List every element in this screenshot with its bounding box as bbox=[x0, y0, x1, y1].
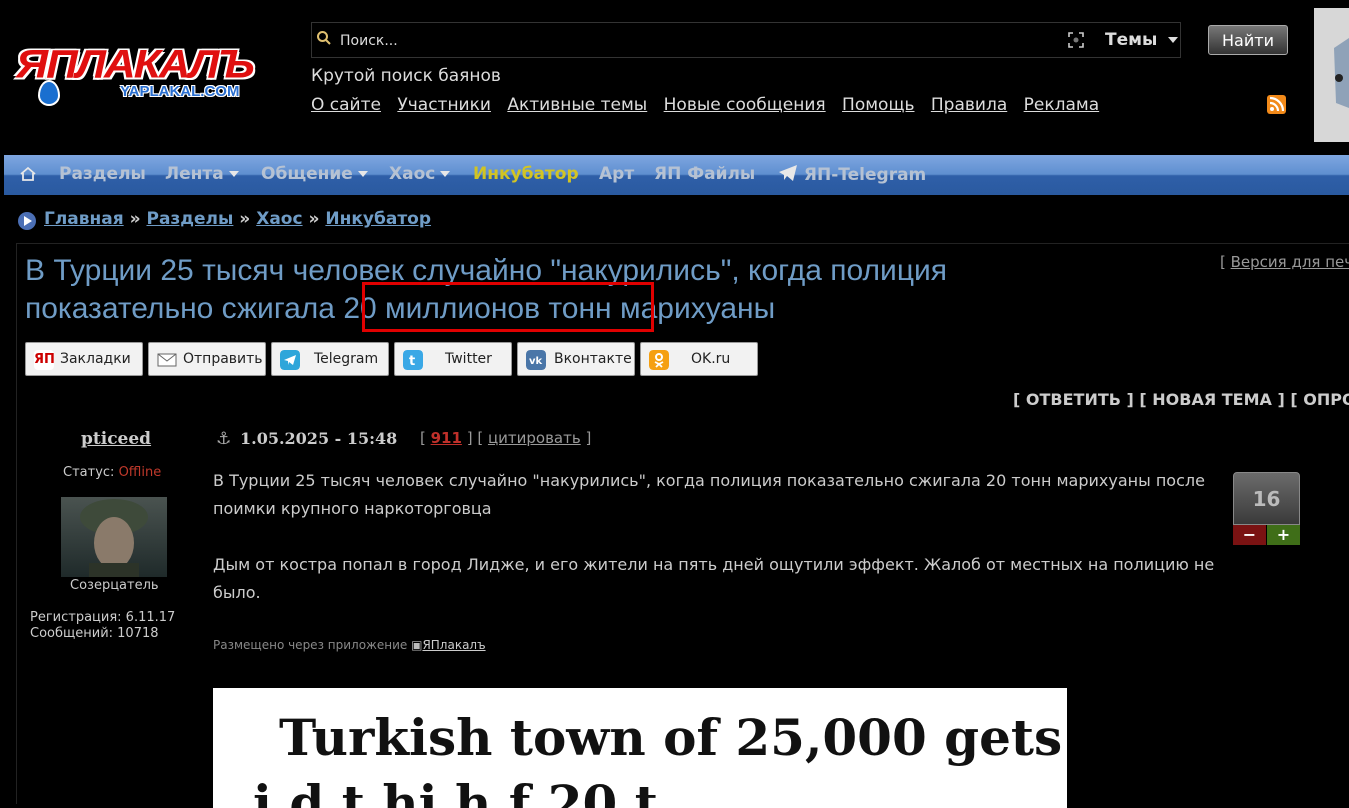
chevron-down-icon bbox=[440, 171, 451, 177]
yap-icon: ЯП bbox=[34, 350, 55, 370]
nav-telegram[interactable]: ЯП-Telegram bbox=[778, 164, 926, 185]
link-new-messages[interactable]: Новые сообщения bbox=[664, 95, 826, 115]
status-label: Статус: bbox=[63, 465, 115, 480]
logo-drop-icon bbox=[38, 80, 60, 106]
nav-chaos-label: Хаос bbox=[389, 164, 436, 184]
breadcrumb-arrow-icon bbox=[18, 212, 36, 230]
post-meta: [ 911 ] [ цитировать ] bbox=[420, 429, 592, 447]
anchor-icon[interactable]: ⚓ bbox=[216, 429, 231, 449]
nav-incubator[interactable]: Инкубатор bbox=[473, 164, 579, 184]
nav-files[interactable]: ЯП Файлы bbox=[654, 164, 755, 184]
share-bookmarks-label: Закладки bbox=[60, 351, 131, 367]
rating-widget: 16 − + bbox=[1233, 472, 1300, 545]
highlight-rectangle bbox=[362, 282, 654, 332]
nav-sections[interactable]: Разделы bbox=[59, 164, 146, 184]
share-send-label: Отправить bbox=[183, 351, 263, 367]
chevron-down-icon bbox=[1168, 37, 1179, 43]
search-icon bbox=[317, 31, 331, 45]
rss-icon[interactable] bbox=[1267, 95, 1286, 114]
svg-text:vk: vk bbox=[529, 356, 543, 367]
author-status: Статус: Offline bbox=[63, 465, 161, 480]
site-logo[interactable]: ЯПЛАКАЛЪ YAPLAKAL.COM bbox=[16, 40, 286, 110]
posted-via: Размещено через приложение ▣ЯПлакалъ bbox=[213, 638, 486, 652]
nav-communication-label: Общение bbox=[261, 164, 353, 184]
telegram-icon bbox=[280, 350, 300, 370]
link-ads[interactable]: Реклама bbox=[1024, 95, 1100, 115]
posted-via-label: Размещено через приложение bbox=[213, 638, 408, 652]
themes-dropdown[interactable]: Темы bbox=[1097, 22, 1181, 58]
share-send-button[interactable]: Отправить bbox=[148, 342, 266, 376]
quote-link[interactable]: цитировать bbox=[488, 429, 581, 447]
breadcrumb-incubator[interactable]: Инкубатор bbox=[325, 209, 431, 229]
breadcrumb: Главная » Разделы » Хаос » Инкубатор bbox=[44, 209, 432, 229]
message-count: Сообщений: 10718 bbox=[30, 626, 159, 641]
home-icon[interactable] bbox=[18, 164, 38, 184]
top-links: О сайте Участники Активные темы Новые со… bbox=[311, 95, 1110, 115]
share-telegram-label: Telegram bbox=[314, 351, 379, 367]
logo-subtext: YAPLAKAL.COM bbox=[120, 83, 240, 100]
nav-art[interactable]: Арт bbox=[599, 164, 634, 184]
ok-icon bbox=[649, 350, 669, 370]
author-stats: Регистрация: 6.11.17 Сообщений: 10718 bbox=[30, 610, 175, 642]
status-value: Offline bbox=[118, 465, 162, 480]
print-version-link[interactable]: Версия для печ bbox=[1231, 253, 1349, 271]
search-input[interactable] bbox=[338, 26, 1062, 56]
themes-label: Темы bbox=[1105, 30, 1158, 50]
share-vk-button[interactable]: vk Вконтакте bbox=[517, 342, 635, 376]
post-date: 1.05.2025 - 15:48 bbox=[240, 429, 398, 448]
author-rank: Созерцатель bbox=[70, 578, 159, 593]
chevron-down-icon bbox=[228, 171, 239, 177]
fullscreen-icon[interactable] bbox=[1066, 30, 1086, 50]
rating-value: 16 bbox=[1233, 472, 1300, 525]
post-paragraph: В Турции 25 тысяч человек случайно "наку… bbox=[213, 471, 1205, 518]
share-vk-label: Вконтакте bbox=[554, 351, 632, 367]
author-name[interactable]: pticeed bbox=[81, 429, 151, 449]
nav-feed[interactable]: Лента bbox=[165, 164, 239, 184]
post-number[interactable]: 911 bbox=[431, 429, 462, 447]
share-telegram-button[interactable]: Telegram bbox=[271, 342, 389, 376]
post-image[interactable]: Turkish town of 25,000 gets i d t hi h f… bbox=[213, 688, 1067, 808]
post-body: В Турции 25 тысяч человек случайно "наку… bbox=[213, 467, 1223, 635]
share-ok-button[interactable]: OK.ru bbox=[640, 342, 758, 376]
breadcrumb-chaos[interactable]: Хаос bbox=[256, 209, 302, 229]
topic-actions[interactable]: [ ОТВЕТИТЬ ] [ НОВАЯ ТЕМА ] [ ОПРО bbox=[1013, 390, 1349, 409]
share-bookmarks-button[interactable]: ЯП Закладки bbox=[25, 342, 143, 376]
nav-telegram-label: ЯП-Telegram bbox=[803, 165, 927, 185]
chevron-down-icon bbox=[357, 171, 368, 177]
share-twitter-label: Twitter bbox=[445, 351, 492, 367]
avatar bbox=[61, 497, 167, 577]
side-banner-image[interactable] bbox=[1314, 8, 1349, 142]
post-paragraph: Дым от костра попал в город Лидже, и его… bbox=[213, 555, 1215, 602]
share-ok-label: OK.ru bbox=[691, 351, 731, 367]
find-button[interactable]: Найти bbox=[1208, 25, 1288, 55]
share-twitter-button[interactable]: t Twitter bbox=[394, 342, 512, 376]
envelope-icon bbox=[157, 353, 177, 367]
vote-down-button[interactable]: − bbox=[1233, 525, 1266, 545]
telegram-icon bbox=[779, 165, 797, 181]
breadcrumb-home[interactable]: Главная bbox=[44, 209, 124, 229]
vk-icon: vk bbox=[526, 350, 546, 370]
nav-communication[interactable]: Общение bbox=[261, 164, 368, 184]
svg-text:t: t bbox=[409, 354, 415, 369]
link-about[interactable]: О сайте bbox=[311, 95, 381, 115]
search-tagline: Крутой поиск баянов bbox=[311, 66, 501, 86]
breadcrumb-sections[interactable]: Разделы bbox=[146, 209, 233, 229]
print-version: [ Версия для печ bbox=[1220, 253, 1349, 271]
app-link[interactable]: ЯПлакалъ bbox=[422, 638, 485, 652]
vote-up-button[interactable]: + bbox=[1267, 525, 1300, 545]
link-rules[interactable]: Правила bbox=[931, 95, 1007, 115]
twitter-icon: t bbox=[403, 350, 423, 370]
image-headline: Turkish town of 25,000 gets bbox=[279, 708, 1063, 767]
nav-feed-label: Лента bbox=[165, 164, 224, 184]
android-icon: ▣ bbox=[411, 638, 423, 652]
link-help[interactable]: Помощь bbox=[842, 95, 914, 115]
link-active-topics[interactable]: Активные темы bbox=[507, 95, 647, 115]
image-headline-cut: i d t hi h f 20 t bbox=[253, 774, 658, 808]
nav-chaos[interactable]: Хаос bbox=[389, 164, 451, 184]
link-members[interactable]: Участники bbox=[397, 95, 491, 115]
registration-date: Регистрация: 6.11.17 bbox=[30, 610, 176, 625]
